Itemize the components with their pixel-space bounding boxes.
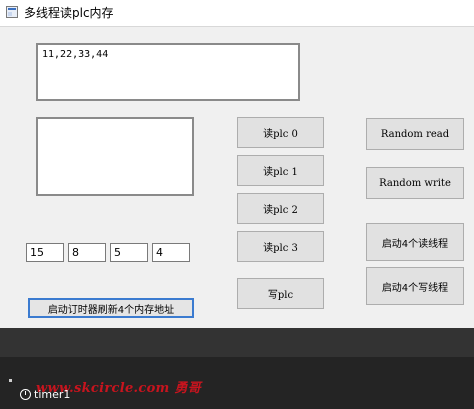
- address-input-0[interactable]: 15: [26, 243, 64, 262]
- output-textbox[interactable]: 11,22,33,44: [36, 43, 300, 101]
- read-plc-0-button[interactable]: 读plc 0: [237, 117, 324, 148]
- read-plc-1-button[interactable]: 读plc 1: [237, 155, 324, 186]
- start-read-threads-button[interactable]: 启动4个读线程: [366, 223, 464, 261]
- address-input-3[interactable]: 4: [152, 243, 190, 262]
- output-text: 11,22,33,44: [42, 49, 109, 60]
- write-plc-button[interactable]: 写plc: [237, 278, 324, 309]
- start-write-threads-button[interactable]: 启动4个写线程: [366, 267, 464, 305]
- start-timer-button[interactable]: 启动订时器刷新4个内存地址: [28, 298, 194, 318]
- read-plc-3-button[interactable]: 读plc 3: [237, 231, 324, 262]
- clock-icon: [20, 389, 31, 400]
- timer-label: timer1: [34, 388, 71, 401]
- form-icon: [6, 6, 18, 18]
- title-bar: 多线程读plc内存: [0, 0, 474, 26]
- tray-marker: [9, 379, 12, 382]
- read-plc-2-button[interactable]: 读plc 2: [237, 193, 324, 224]
- random-read-button[interactable]: Random read: [366, 118, 464, 150]
- address-input-2[interactable]: 5: [110, 243, 148, 262]
- random-write-button[interactable]: Random write: [366, 167, 464, 199]
- window-title: 多线程读plc内存: [24, 6, 114, 20]
- timer-component[interactable]: timer1: [20, 388, 70, 401]
- address-input-1[interactable]: 8: [68, 243, 106, 262]
- log-textbox[interactable]: [36, 117, 194, 196]
